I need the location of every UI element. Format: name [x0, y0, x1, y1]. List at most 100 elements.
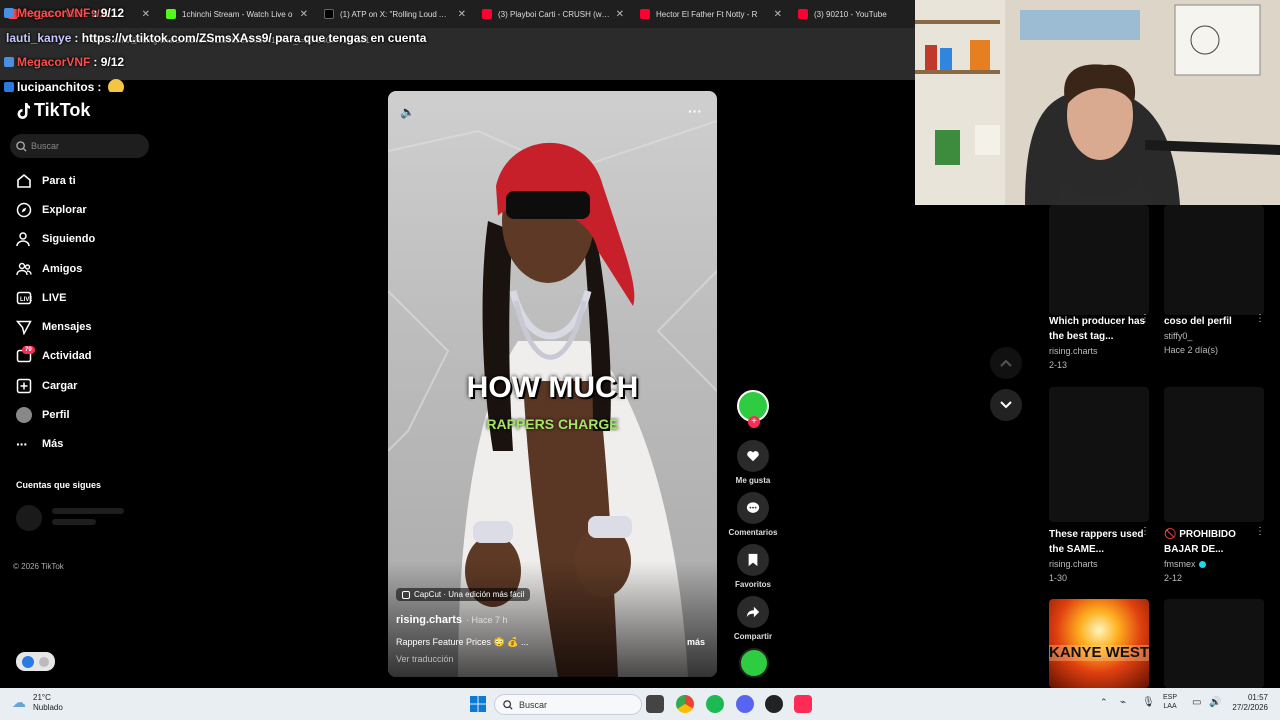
close-tab-icon[interactable]: ✕	[774, 9, 782, 20]
mute-icon[interactable]: 🔈	[400, 105, 415, 119]
browser-tab[interactable]: (1) ATP on X: "Rolling Loud Aus ✕	[316, 0, 474, 28]
chat-badge-icon	[4, 57, 14, 67]
scroll-up-button[interactable]	[990, 347, 1022, 379]
nav-item-cargar[interactable]: Cargar	[16, 376, 77, 396]
comments-label: Comentarios	[728, 528, 778, 537]
chat-badge-icon	[4, 82, 14, 92]
grid-video-thumbnail[interactable]	[1164, 205, 1264, 315]
video-author[interactable]: rising.charts	[396, 614, 462, 627]
task-view-icon[interactable]	[646, 695, 664, 713]
following-accounts-heading: Cuentas que sigues	[16, 480, 102, 490]
like-label: Me gusta	[735, 476, 771, 485]
share-button[interactable]	[737, 596, 769, 628]
upload-icon	[16, 378, 32, 394]
youtube-favicon-icon	[482, 9, 492, 19]
youtube-favicon-icon	[640, 9, 650, 19]
grid-video-title[interactable]: coso del perfil	[1164, 314, 1264, 329]
activity-badge: 79	[22, 346, 35, 354]
spotify-icon[interactable]	[706, 695, 724, 713]
grid-video-menu-icon[interactable]: ⋮	[1255, 526, 1265, 537]
microphone-icon[interactable]: 🎙	[1142, 697, 1155, 708]
app-download-toggle[interactable]	[16, 652, 55, 671]
grid-video-author[interactable]: stiffy0_	[1164, 331, 1192, 341]
close-tab-icon[interactable]: ✕	[616, 9, 624, 20]
capcut-badge[interactable]: CapCut · Una edición más fácil	[396, 588, 531, 601]
browser-tab-bar: MegacorVNF: 9/12 ✕ 1chinchi Stream - Watc…	[0, 0, 915, 28]
grid-video-thumbnail[interactable]	[1049, 387, 1149, 522]
video-player[interactable]: 🔈 ··· HOW MUCH RAPPERS CHARGE CapCut · U…	[388, 91, 717, 677]
grid-video-thumbnail-kanye[interactable]: KANYE WEST	[1049, 599, 1149, 688]
grid-video-author[interactable]: rising.charts	[1049, 346, 1098, 356]
taskbar-search[interactable]: Buscar	[494, 694, 642, 715]
clock[interactable]: 01:57 27/2/2026	[1224, 693, 1268, 713]
video-caption: Rappers Feature Prices 😳 💰 ...	[396, 637, 529, 647]
grid-video-title[interactable]: Which producer has the best tag...	[1049, 314, 1149, 344]
grid-video-author[interactable]: fmsmex	[1164, 559, 1196, 569]
favorite-button[interactable]	[737, 544, 769, 576]
nav-item-live[interactable]: LIVE LIVE	[16, 288, 66, 308]
webcam-overlay	[915, 0, 1280, 205]
webcam-scene	[915, 0, 1280, 205]
browser-tab[interactable]: Hector El Father Ft Notty - R ✕	[632, 0, 790, 28]
chrome-icon[interactable]	[676, 695, 694, 713]
svg-text:LIVE: LIVE	[20, 297, 32, 303]
nav-item-amigos[interactable]: Amigos	[16, 259, 82, 279]
grid-video-menu-icon[interactable]: ⋮	[1140, 526, 1150, 537]
search-box[interactable]: Buscar	[10, 134, 149, 158]
grid-video-thumbnail[interactable]	[1164, 599, 1264, 688]
weather-widget[interactable]: 21°C Nublado	[33, 693, 63, 713]
comment-icon	[746, 502, 760, 513]
chevron-up-icon	[1000, 359, 1012, 367]
more-caption-link[interactable]: más	[687, 637, 705, 647]
grid-video-date: Hace 2 día(s)	[1164, 345, 1219, 355]
nav-item-mas[interactable]: ··· Más	[16, 434, 63, 454]
tiktok-logo[interactable]: TikTok	[16, 100, 90, 121]
system-tray-chevron-icon[interactable]: ⌃	[1100, 697, 1108, 708]
nav-item-explorar[interactable]: Explorar	[16, 200, 87, 220]
video-author-line: rising.charts · Hace 7 h	[396, 614, 508, 627]
translate-link[interactable]: Ver traducción	[396, 654, 454, 664]
grid-video-title[interactable]: 🚫 PROHIBIDO BAJAR DE...	[1164, 527, 1264, 557]
close-tab-icon[interactable]: ✕	[142, 9, 150, 20]
grid-video-menu-icon[interactable]: ⋮	[1140, 313, 1150, 324]
windows-start-icon[interactable]	[470, 696, 486, 717]
like-button[interactable]	[737, 440, 769, 472]
share-icon	[746, 606, 760, 618]
account-placeholder-line	[52, 508, 124, 514]
sound-disc-icon[interactable]	[739, 648, 769, 678]
scroll-down-button[interactable]	[990, 389, 1022, 421]
grid-video-thumbnail[interactable]	[1164, 387, 1264, 522]
grid-video-menu-icon[interactable]: ⋮	[1255, 313, 1265, 324]
close-tab-icon[interactable]: ✕	[458, 9, 466, 20]
bookmark-icon	[748, 553, 758, 567]
browser-tab[interactable]: 1chinchi Stream - Watch Live o ✕	[158, 0, 316, 28]
grid-video-thumbnail[interactable]	[1049, 205, 1149, 315]
video-overlay-title: HOW MUCH	[466, 371, 639, 404]
search-input[interactable]: Buscar	[31, 141, 59, 151]
heart-icon	[747, 451, 759, 462]
grid-video-author[interactable]: rising.charts	[1049, 559, 1098, 569]
nav-item-siguiendo[interactable]: Siguiendo	[16, 229, 95, 249]
nav-item-para-ti[interactable]: Para ti	[16, 171, 76, 191]
app-icon[interactable]	[765, 695, 783, 713]
volume-icon[interactable]: 🔊	[1209, 697, 1221, 708]
language-indicator[interactable]: ESP LAA	[1163, 693, 1177, 711]
verified-icon	[1198, 560, 1206, 568]
nav-item-mensajes[interactable]: Mensajes	[16, 317, 92, 337]
comment-button[interactable]	[737, 492, 769, 524]
grid-video-date: 1-30	[1049, 573, 1068, 583]
grid-video-title[interactable]: These rappers used the SAME...	[1049, 527, 1149, 557]
browser-tab[interactable]: (3) Playboi Carti - CRUSH (with ✕	[474, 0, 632, 28]
discord-icon[interactable]	[736, 695, 754, 713]
display-icon[interactable]: ▭	[1192, 697, 1201, 708]
video-options-icon[interactable]: ···	[688, 103, 702, 119]
tiktok-app-icon[interactable]	[794, 695, 812, 713]
weather-icon[interactable]: ☁	[12, 694, 26, 711]
grid-video-author-line: fmsmex	[1164, 559, 1206, 569]
nav-item-perfil[interactable]: Perfil	[16, 405, 70, 425]
network-icon[interactable]: ⌁	[1120, 697, 1126, 708]
follow-plus-icon[interactable]: +	[748, 416, 760, 428]
copyright: © 2026 TikTok	[13, 562, 64, 571]
close-tab-icon[interactable]: ✕	[300, 9, 308, 20]
browser-tab[interactable]: (3) 90210 - YouTube	[790, 0, 915, 28]
